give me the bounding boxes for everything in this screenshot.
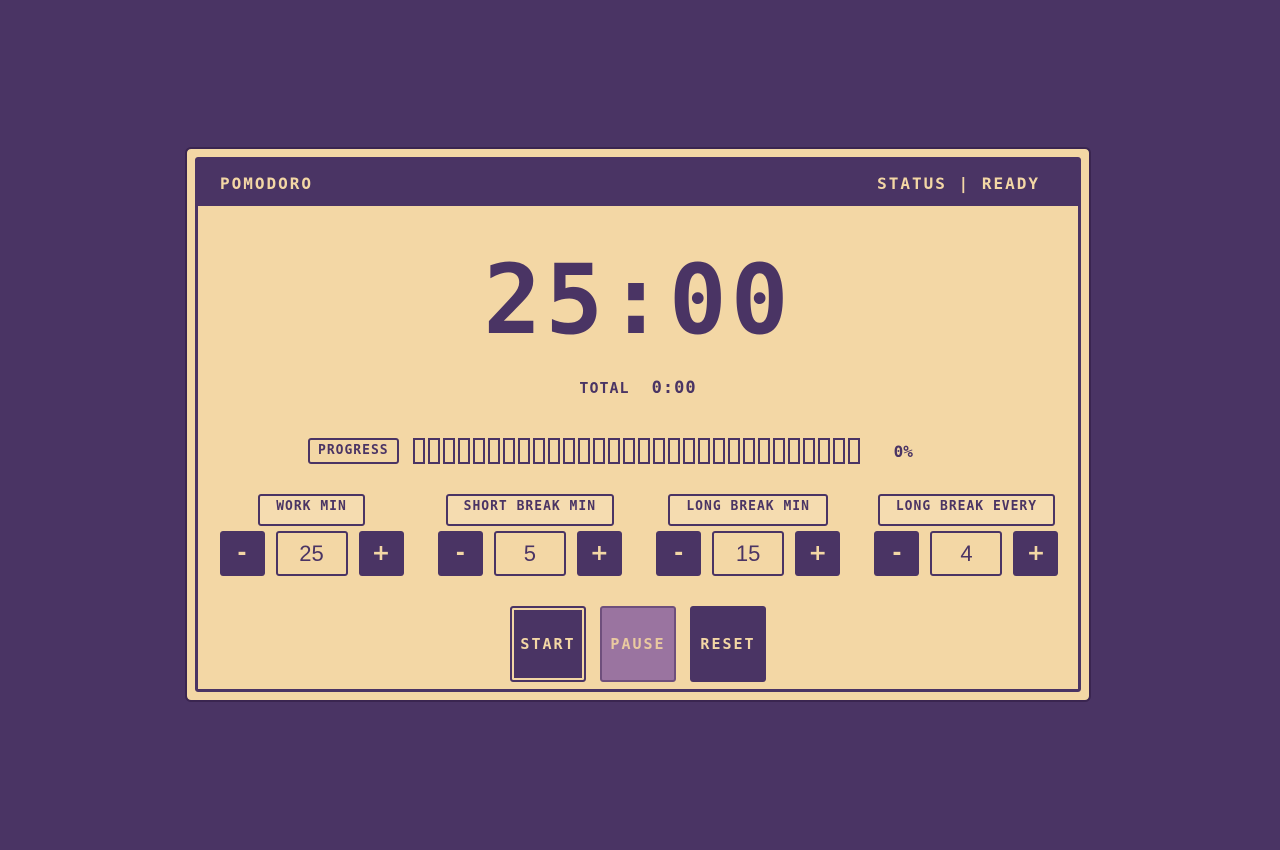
- device-screen: POMODORO STATUS | READY 25:00 TOTAL 0:00…: [195, 157, 1081, 692]
- status-value: READY: [981, 173, 1040, 193]
- pomodoro-device: POMODORO STATUS | READY 25:00 TOTAL 0:00…: [185, 147, 1091, 702]
- increment-button[interactable]: +: [358, 531, 404, 576]
- progress-segment: [787, 438, 800, 464]
- progress-label: PROGRESS: [308, 438, 399, 464]
- total-label: TOTAL: [579, 379, 630, 397]
- progress-segment: [817, 438, 830, 464]
- increment-button[interactable]: +: [576, 531, 622, 576]
- increment-button[interactable]: +: [795, 531, 841, 576]
- setting-controls: - 25 +: [219, 531, 404, 576]
- setting-short-break-min: SHORT BREAK MIN - 5 +: [437, 494, 622, 576]
- setting-controls: - 5 +: [437, 531, 622, 576]
- progress-segment: [832, 438, 845, 464]
- progress-segment: [457, 438, 470, 464]
- total-time: TOTAL 0:00: [198, 378, 1078, 398]
- progress-segment: [697, 438, 710, 464]
- start-button[interactable]: START: [510, 606, 586, 682]
- setting-long-break-min: LONG BREAK MIN - 15 +: [656, 494, 841, 576]
- progress-segment: [472, 438, 485, 464]
- setting-long-break-every: LONG BREAK EVERY - 4 +: [874, 494, 1059, 576]
- progress-segment: [727, 438, 740, 464]
- progress-segment: [622, 438, 635, 464]
- long-break-min-value[interactable]: 15: [712, 531, 785, 576]
- short-break-min-value[interactable]: 5: [493, 531, 566, 576]
- action-buttons: START PAUSE RESET: [198, 606, 1078, 682]
- progress-segment: [802, 438, 815, 464]
- progress-segment: [547, 438, 560, 464]
- reset-button[interactable]: RESET: [690, 606, 766, 682]
- progress-segment: [592, 438, 605, 464]
- progress-segment: [412, 438, 425, 464]
- increment-button[interactable]: +: [1013, 531, 1059, 576]
- long-break-every-value[interactable]: 4: [930, 531, 1003, 576]
- progress-segment: [487, 438, 500, 464]
- decrement-button[interactable]: -: [437, 531, 483, 576]
- status-separator: |: [958, 173, 971, 193]
- status-label: STATUS: [877, 173, 947, 193]
- settings-panel: WORK MIN - 25 + SHORT BREAK MIN - 5 + LO…: [219, 494, 1059, 576]
- progress-segment: [532, 438, 545, 464]
- setting-controls: - 4 +: [874, 531, 1059, 576]
- progress-segment: [712, 438, 725, 464]
- progress-segment: [757, 438, 770, 464]
- progress-segment: [502, 438, 515, 464]
- setting-label: LONG BREAK MIN: [668, 494, 828, 526]
- progress-segment: [742, 438, 755, 464]
- progress-segment: [772, 438, 785, 464]
- setting-work-min: WORK MIN - 25 +: [219, 494, 404, 576]
- setting-controls: - 15 +: [656, 531, 841, 576]
- progress-segment: [427, 438, 440, 464]
- progress-segment: [667, 438, 680, 464]
- title-bar: POMODORO STATUS | READY: [198, 160, 1078, 206]
- work-min-value[interactable]: 25: [275, 531, 348, 576]
- progress-row: PROGRESS 0%: [308, 438, 913, 464]
- timer-display: 25:00: [483, 244, 793, 356]
- decrement-button[interactable]: -: [219, 531, 265, 576]
- progress-segment: [577, 438, 590, 464]
- progress-segment: [607, 438, 620, 464]
- progress-segment: [652, 438, 665, 464]
- status-indicator: STATUS | READY: [877, 174, 1040, 193]
- progress-percent: 0%: [893, 441, 913, 461]
- progress-segment: [562, 438, 575, 464]
- decrement-button[interactable]: -: [656, 531, 702, 576]
- pause-button[interactable]: PAUSE: [600, 606, 676, 682]
- setting-label: WORK MIN: [258, 494, 365, 526]
- app-title: POMODORO: [220, 173, 314, 193]
- setting-label: SHORT BREAK MIN: [445, 494, 615, 526]
- decrement-button[interactable]: -: [874, 531, 920, 576]
- progress-bar: [412, 438, 860, 464]
- setting-label: LONG BREAK EVERY: [877, 494, 1056, 526]
- progress-segment: [442, 438, 455, 464]
- progress-segment: [517, 438, 530, 464]
- progress-segment: [847, 438, 860, 464]
- total-value: 0:00: [651, 378, 697, 398]
- progress-segment: [682, 438, 695, 464]
- progress-segment: [637, 438, 650, 464]
